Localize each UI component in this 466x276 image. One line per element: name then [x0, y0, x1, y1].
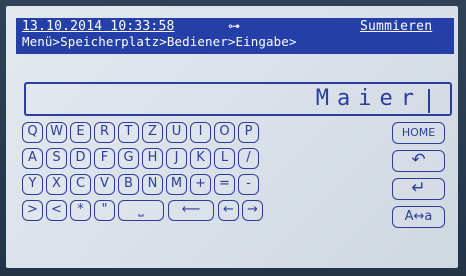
breadcrumb: Menü>Speicherplatz>Bediener>Eingabe> — [22, 34, 297, 49]
key-n[interactable]: N — [142, 174, 163, 195]
datetime: 13.10.2014 10:33:58 — [22, 19, 175, 34]
key-j[interactable]: J — [166, 148, 187, 169]
key-a[interactable]: A — [22, 148, 43, 169]
mode-label[interactable]: Summieren — [360, 19, 432, 34]
key-e[interactable]: E — [70, 122, 91, 143]
key-x[interactable]: X — [46, 174, 67, 195]
key-y[interactable]: Y — [22, 174, 43, 195]
key-p[interactable]: P — [238, 122, 259, 143]
key-b[interactable]: B — [118, 174, 139, 195]
key-g[interactable]: G — [118, 148, 139, 169]
key-q[interactable]: Q — [22, 122, 43, 143]
key-f[interactable]: F — [94, 148, 115, 169]
key-equals[interactable]: = — [214, 174, 235, 195]
enter-button[interactable]: ↵ — [392, 178, 445, 200]
key-c[interactable]: C — [70, 174, 91, 195]
input-value: Maier — [315, 86, 422, 111]
key-quote[interactable]: " — [94, 200, 115, 221]
key-d[interactable]: D — [70, 148, 91, 169]
back-button[interactable]: ↶ — [392, 150, 445, 172]
key-asterisk[interactable]: * — [70, 200, 91, 221]
key-u[interactable]: U — [166, 122, 187, 143]
device-bezel: 13.10.2014 10:33:58 ⊶ Summieren Menü>Spe… — [0, 0, 466, 276]
key-t[interactable]: T — [118, 122, 139, 143]
key-w[interactable]: W — [46, 122, 67, 143]
text-caret — [428, 89, 430, 113]
case-toggle-button[interactable]: A↔a — [392, 206, 445, 228]
key-space[interactable]: ⎵ — [118, 200, 164, 221]
key-cursor-right[interactable]: → — [242, 200, 263, 221]
key-greater[interactable]: > — [22, 200, 43, 221]
key-icon: ⊶ — [228, 19, 241, 33]
status-bar: 13.10.2014 10:33:58 ⊶ Summieren Menü>Spe… — [16, 18, 454, 54]
key-v[interactable]: V — [94, 174, 115, 195]
key-backspace[interactable]: ⟵ — [168, 200, 214, 221]
key-s[interactable]: S — [46, 148, 67, 169]
text-input-field[interactable]: Maier — [24, 82, 452, 116]
key-plus[interactable]: + — [190, 174, 211, 195]
key-cursor-left[interactable]: ← — [218, 200, 239, 221]
key-i[interactable]: I — [190, 122, 211, 143]
key-r[interactable]: R — [94, 122, 115, 143]
key-h[interactable]: H — [142, 148, 163, 169]
key-less[interactable]: < — [46, 200, 67, 221]
lcd-screen: 13.10.2014 10:33:58 ⊶ Summieren Menü>Spe… — [6, 6, 458, 268]
status-row: 13.10.2014 10:33:58 ⊶ Summieren — [22, 19, 432, 34]
key-slash[interactable]: / — [238, 148, 259, 169]
key-m[interactable]: M — [166, 174, 187, 195]
key-z[interactable]: Z — [142, 122, 163, 143]
home-button[interactable]: HOME — [392, 122, 445, 144]
key-o[interactable]: O — [214, 122, 235, 143]
key-k[interactable]: K — [190, 148, 211, 169]
key-l[interactable]: L — [214, 148, 235, 169]
key-minus[interactable]: - — [238, 174, 259, 195]
